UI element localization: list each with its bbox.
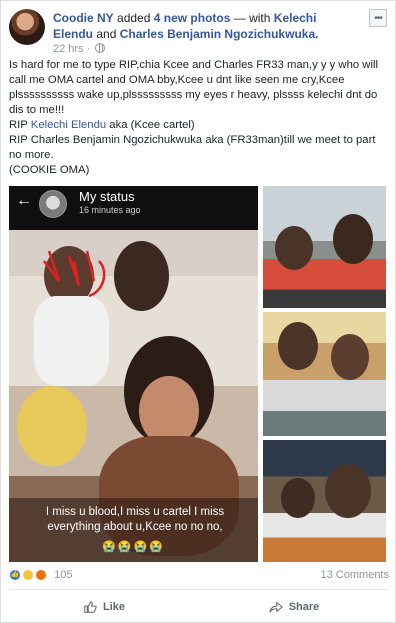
photos-link[interactable]: 4 new photos <box>154 11 231 25</box>
post-actions: Like Share <box>9 595 389 619</box>
status-avatar <box>39 190 67 218</box>
post-meta: 22 hrs · <box>53 43 106 55</box>
share-button[interactable]: Share <box>199 595 389 619</box>
photo-grid: ← My status 16 minutes ago I miss u bloo… <box>9 186 386 562</box>
globe-icon[interactable] <box>95 43 106 53</box>
reaction-count[interactable]: 105 <box>54 569 72 581</box>
post-text: Is hard for me to type RIP,chia Kcee and… <box>9 58 389 178</box>
share-icon <box>269 601 283 613</box>
post-time[interactable]: 22 hrs <box>53 43 84 55</box>
like-button[interactable]: Like <box>9 595 199 619</box>
post-paragraph-1: Is hard for me to type RIP,chia Kcee and… <box>9 59 378 116</box>
person-figure <box>275 226 313 270</box>
back-arrow-icon: ← <box>16 192 32 209</box>
photo-thumbnail-1[interactable] <box>263 186 386 308</box>
person-figure <box>17 386 87 466</box>
person-figure <box>278 322 318 370</box>
comments-count-link[interactable]: 13 Comments <box>321 569 389 581</box>
added-text: added <box>117 11 151 25</box>
crying-emojis: 😭😭😭😭 <box>102 541 165 553</box>
post-paragraph-2: RIP Kelechi Elendu aka (Kcee cartel) <box>9 118 389 133</box>
photo-thumbnail-3[interactable] <box>263 440 386 562</box>
status-title: My status <box>79 189 135 204</box>
author-name[interactable]: Coodie NY <box>53 11 114 25</box>
tagged-kelechi-link[interactable]: Kelechi Elendu <box>31 119 106 131</box>
angry-reaction-icon[interactable] <box>35 569 48 582</box>
like-reaction-icon[interactable]: 👍 <box>9 569 21 582</box>
reactions-bar: 👍 105 13 Comments <box>9 569 389 585</box>
post-headline: Coodie NY added 4 new photos — with Kele… <box>53 10 353 42</box>
tagged-person-2[interactable]: Charles Benjamin Ngozichukwuka. <box>120 27 319 41</box>
with-text: — with <box>233 11 271 25</box>
red-scribble <box>43 250 106 298</box>
post-paragraph-3: RIP Charles Benjamin Ngozichukwuka aka (… <box>9 134 376 161</box>
person-figure <box>114 241 169 311</box>
and-text: and <box>96 27 117 41</box>
post-card: Coodie NY added 4 new photos — with Kele… <box>0 0 396 623</box>
status-time: 16 minutes ago <box>79 205 141 215</box>
author-avatar[interactable] <box>9 9 45 45</box>
thumbs-up-icon <box>84 601 97 613</box>
rip-prefix: RIP <box>9 119 28 131</box>
photo-thumbnail-2[interactable] <box>263 312 386 436</box>
post-header: Coodie NY added 4 new photos — with Kele… <box>9 9 389 55</box>
person-figure <box>281 478 315 518</box>
status-caption: I miss u blood,I miss u cartel I miss ev… <box>45 506 225 533</box>
share-label: Share <box>288 601 320 613</box>
status-bar: ← My status 16 minutes ago <box>9 186 258 230</box>
like-label: Like <box>102 601 125 613</box>
sad-reaction-icon[interactable] <box>22 569 35 582</box>
post-paragraph-4: (COOKIE OMA) <box>9 164 90 176</box>
person-figure <box>331 334 369 380</box>
rip-suffix: aka (Kcee cartel) <box>109 119 195 131</box>
divider <box>9 589 389 590</box>
more-options-button[interactable]: ••• <box>369 9 387 27</box>
person-figure <box>333 214 373 264</box>
photo-main-status-screenshot[interactable]: ← My status 16 minutes ago I miss u bloo… <box>9 186 258 562</box>
person-figure <box>325 464 371 518</box>
